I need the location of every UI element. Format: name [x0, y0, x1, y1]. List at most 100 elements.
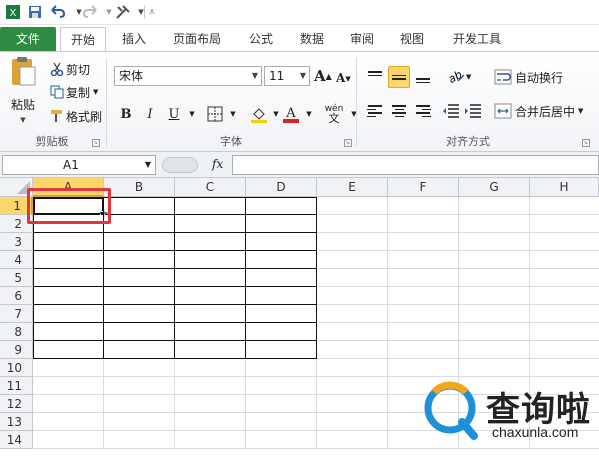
align-center-button[interactable] — [388, 100, 410, 122]
quick-access-toolbar: X ▼ ▼ ▼ ⩡ — [0, 0, 599, 25]
tab-data[interactable]: 数据 — [292, 27, 332, 51]
tab-developer[interactable]: 开发工具 — [446, 27, 508, 51]
bold-button[interactable]: B — [116, 104, 136, 124]
paste-dropdown-icon: ▼ — [20, 116, 26, 124]
merge-cells-icon — [494, 103, 512, 119]
decrease-indent-icon — [443, 104, 459, 118]
column-header-b[interactable]: B — [104, 178, 175, 197]
tools-icon[interactable] — [112, 3, 134, 21]
borders-dropdown-icon[interactable]: ▼ — [223, 104, 243, 124]
chevron-down-icon: ▼ — [251, 71, 258, 80]
merge-center-label: 合并后居中 — [515, 104, 576, 119]
row-header-4[interactable]: 4 — [0, 251, 33, 269]
table-border — [33, 340, 317, 341]
tab-home[interactable]: 开始 — [60, 27, 106, 51]
grow-arrow-icon: ▲ — [325, 71, 332, 81]
column-header-c[interactable]: C — [175, 178, 246, 197]
wrap-text-icon — [494, 69, 512, 85]
wrap-text-button[interactable]: 自动换行 — [494, 66, 563, 88]
font-family-combo[interactable]: 宋体 ▼ — [114, 66, 262, 86]
column-header-g[interactable]: G — [459, 178, 530, 197]
save-icon[interactable] — [26, 3, 44, 21]
column-header-f[interactable]: F — [388, 178, 459, 197]
row-header-14[interactable]: 14 — [0, 431, 33, 449]
ribbon-home: 粘贴 ▼ 剪切 复制 ▼ 格式刷 剪贴板 ↘ 宋体 ▼ 11 ▼ A ▲ A ▼ B… — [0, 51, 599, 152]
column-header-h[interactable]: H — [530, 178, 599, 197]
increase-indent-button[interactable] — [464, 100, 482, 122]
orientation-button[interactable]: ab ▼ — [444, 66, 471, 88]
redo-icon[interactable] — [80, 3, 102, 21]
tab-page-layout[interactable]: 页面布局 — [164, 27, 230, 51]
format-painter-button[interactable]: 格式刷 — [48, 107, 102, 125]
table-border — [33, 250, 317, 251]
row-header-9[interactable]: 9 — [0, 341, 33, 359]
font-group-label: 字体 — [220, 135, 242, 148]
group-separator — [106, 58, 107, 146]
row-header-6[interactable]: 6 — [0, 287, 33, 305]
borders-button[interactable] — [205, 104, 225, 124]
paste-button[interactable]: 粘贴 ▼ — [6, 56, 40, 126]
insert-function-button[interactable]: fx — [212, 157, 223, 171]
watermark-logo: 查询啦 chaxunla.com — [420, 378, 598, 450]
tab-review[interactable]: 审阅 — [342, 27, 382, 51]
decrease-indent-button[interactable] — [442, 100, 460, 122]
font-color-button[interactable]: A — [281, 104, 301, 124]
align-left-button[interactable] — [364, 100, 386, 122]
font-launcher-icon[interactable]: ↘ — [344, 139, 352, 147]
alignment-launcher-icon[interactable]: ↘ — [582, 139, 590, 147]
wrap-text-label: 自动换行 — [515, 70, 564, 85]
tab-file[interactable]: 文件 — [0, 27, 56, 51]
customize-qat-icon[interactable]: ⩡ — [146, 3, 158, 21]
table-border — [316, 197, 317, 359]
underline-dropdown-icon[interactable]: ▼ — [182, 104, 202, 124]
copy-button[interactable]: 复制 ▼ — [48, 83, 98, 101]
table-border — [33, 358, 317, 359]
table-border — [33, 232, 317, 233]
column-header-e[interactable]: E — [317, 178, 388, 197]
phonetic-dropdown-icon[interactable]: ▼ — [344, 104, 364, 124]
undo-icon[interactable] — [48, 3, 70, 21]
tab-insert[interactable]: 插入 — [114, 27, 154, 51]
grow-font-label: A — [314, 67, 326, 85]
align-right-button[interactable] — [412, 100, 434, 122]
copy-label: 复制 — [66, 85, 91, 100]
watermark-url: chaxunla.com — [492, 424, 579, 440]
row-header-10[interactable]: 10 — [0, 359, 33, 377]
column-header-d[interactable]: D — [246, 178, 317, 197]
italic-button[interactable]: I — [140, 104, 160, 124]
align-bottom-button[interactable] — [412, 66, 434, 88]
svg-text:A: A — [285, 106, 296, 121]
cut-label: 剪切 — [66, 62, 91, 77]
table-border — [174, 197, 175, 359]
align-top-button[interactable] — [364, 66, 386, 88]
merge-center-button[interactable]: 合并后居中 ▼ — [494, 100, 583, 122]
underline-button[interactable]: U — [164, 104, 184, 124]
row-header-13[interactable]: 13 — [0, 413, 33, 431]
row-header-7[interactable]: 7 — [0, 305, 33, 323]
shrink-font-button[interactable]: A ▼ — [336, 68, 351, 88]
font-color-dropdown-icon[interactable]: ▼ — [299, 104, 319, 124]
formula-input[interactable] — [232, 155, 599, 175]
row-header-8[interactable]: 8 — [0, 323, 33, 341]
clipboard-launcher-icon[interactable]: ↘ — [92, 139, 100, 147]
row-header-3[interactable]: 3 — [0, 233, 33, 251]
orientation-dropdown-icon: ▼ — [466, 73, 472, 81]
chevron-down-icon: ▼ — [144, 160, 151, 169]
grow-font-button[interactable]: A ▲ — [314, 66, 332, 86]
font-size-combo[interactable]: 11 ▼ — [264, 66, 310, 86]
tab-formulas[interactable]: 公式 — [238, 27, 284, 51]
align-middle-button[interactable] — [388, 66, 410, 88]
row-header-12[interactable]: 12 — [0, 395, 33, 413]
ribbon-tab-bar: 文件 开始 插入 页面布局 公式 数据 审阅 视图 开发工具 — [0, 25, 599, 51]
row-header-11[interactable]: 11 — [0, 377, 33, 395]
tab-view[interactable]: 视图 — [392, 27, 432, 51]
cut-button[interactable]: 剪切 — [48, 60, 90, 78]
row-header-5[interactable]: 5 — [0, 269, 33, 287]
chevron-down-icon: ▼ — [299, 71, 306, 80]
name-box[interactable]: A1 ▼ — [2, 155, 156, 175]
gridline — [33, 376, 599, 377]
font-size-value: 11 — [269, 69, 285, 83]
formula-bar-splitter[interactable] — [162, 157, 198, 173]
font-family-value: 宋体 — [119, 69, 144, 83]
phonetic-button[interactable]: wén 文 — [322, 104, 346, 125]
